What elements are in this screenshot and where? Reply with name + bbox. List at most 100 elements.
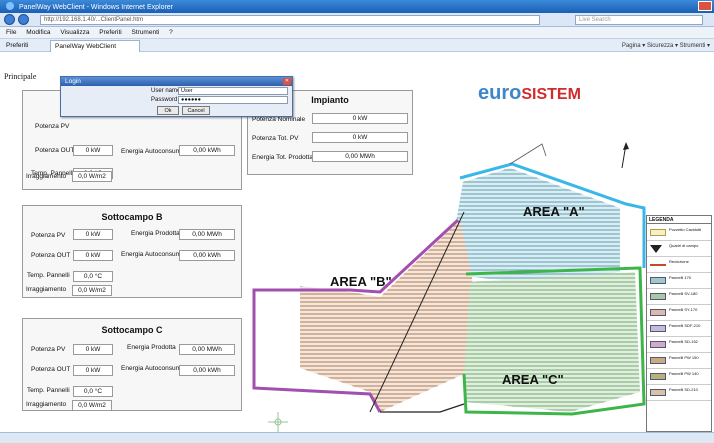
area-a-label: AREA "A": [523, 204, 585, 219]
menu-bar: File Modifica Visualizza Preferiti Strum…: [0, 27, 714, 39]
irraggiamento-value: 0,0 W/m2: [72, 400, 112, 411]
legend-item: Pannelli SD-152: [647, 337, 711, 353]
legend-item: Pannelli SY-170: [647, 305, 711, 321]
menu-preferiti[interactable]: Preferiti: [99, 29, 121, 36]
toolbar-tools[interactable]: Pagina ▾ Sicurezza ▾ Strumenti ▾: [622, 42, 710, 49]
temp-pannelli-label: Temp. Pannelli: [27, 272, 70, 279]
area-b-panels[interactable]: [300, 220, 476, 412]
legend-item: Pannelli SD-210: [647, 385, 711, 401]
login-close-button[interactable]: ✕: [283, 78, 291, 85]
manhole-icon: [650, 229, 666, 236]
potenza-pv-label: Potenza PV: [31, 346, 66, 353]
favorites-bar: Preferiti PanelWay WebClient Pagina ▾ Si…: [0, 39, 714, 52]
ok-button[interactable]: Ok: [157, 106, 179, 115]
legend-item: Recinzione: [647, 257, 711, 273]
window-close-button[interactable]: [698, 1, 712, 11]
irraggiamento-label: Irraggiamento: [26, 286, 67, 293]
energia-prodotta-value: 0,00 MWh: [179, 344, 235, 355]
back-button[interactable]: [4, 14, 15, 25]
eurosistem-logo: euroSISTEM: [478, 82, 581, 104]
energia-autoconsumo-value: 0,00 kWh: [179, 250, 235, 261]
password-input[interactable]: ●●●●●●: [178, 96, 288, 104]
menu-file[interactable]: File: [6, 29, 16, 36]
energia-autoconsumo-value: 0,00 kWh: [179, 145, 235, 156]
temp-pannelli-value: 0,0 °C: [73, 386, 113, 397]
panel-swatch-icon: [650, 341, 666, 348]
legend-item: Pannelli PW 150: [647, 353, 711, 369]
menu-help[interactable]: ?: [169, 29, 173, 36]
potenza-out-value: 0 kW: [73, 365, 113, 376]
panel-swatch-icon: [650, 293, 666, 300]
panel-sottocampo-c: Sottocampo C Potenza PV 0 kW Energia Pro…: [22, 318, 242, 411]
page-name: Principale: [4, 72, 37, 81]
address-bar: http://192.168.1.40/...ClientPanel.htm L…: [0, 13, 714, 27]
area-b-label: AREA "B": [330, 274, 392, 289]
legend-title: LEGENDA: [647, 216, 711, 224]
login-dialog: Login ✕ User name User Password ●●●●●● O…: [60, 76, 293, 117]
triangle-icon: [650, 245, 662, 253]
panel-swatch-icon: [650, 389, 666, 396]
panel-c-title: Sottocampo C: [101, 325, 163, 335]
window-titlebar: PanelWay WebClient - Windows Internet Ex…: [0, 0, 714, 13]
temp-pannelli-value: 0,0 °C: [73, 271, 113, 282]
browser-tab[interactable]: PanelWay WebClient: [50, 40, 140, 52]
potenza-out-label: Potenza OUT: [31, 252, 71, 259]
potenza-out-value: 0 kW: [73, 145, 113, 156]
potenza-pv-value: 0 kW: [73, 344, 113, 355]
legend-item: Quadri di campo: [647, 241, 711, 257]
road-line: [509, 143, 547, 165]
username-label: User name: [151, 88, 181, 94]
legend-item: Pannelli 170: [647, 273, 711, 289]
panel-swatch-icon: [650, 373, 666, 380]
legend-item: Pozzetto Cavidotti: [647, 225, 711, 241]
panel-swatch-icon: [650, 309, 666, 316]
irraggiamento-value: 0,0 W/m2: [72, 171, 112, 182]
panel-swatch-icon: [650, 357, 666, 364]
username-input[interactable]: User: [178, 87, 288, 95]
menu-visualizza[interactable]: Visualizza: [60, 29, 89, 36]
fence-icon: [650, 264, 666, 266]
legend-item: Pannelli SV-180: [647, 289, 711, 305]
login-title: Login: [65, 78, 81, 85]
potenza-pv-label: Potenza PV: [31, 232, 66, 239]
status-bar: [0, 432, 714, 443]
north-arrow-icon: [621, 142, 629, 169]
compass-icon: [268, 412, 288, 432]
cancel-button[interactable]: Cancel: [182, 106, 210, 115]
potenza-out-label: Potenza OUT: [35, 147, 75, 154]
energia-autoconsumo-value: 0,00 kWh: [179, 365, 235, 376]
potenza-pv-value: 0 kW: [73, 229, 113, 240]
favorites-button[interactable]: Preferiti: [6, 42, 28, 49]
legend-item: Pannelli SDF-210: [647, 321, 711, 337]
irraggiamento-label: Irraggiamento: [26, 173, 67, 180]
url-field[interactable]: http://192.168.1.40/...ClientPanel.htm: [40, 15, 540, 25]
search-input[interactable]: Live Search: [575, 15, 703, 25]
forward-button[interactable]: [18, 14, 29, 25]
map-legend: LEGENDA Pozzetto Cavidotti Quadri di cam…: [646, 215, 712, 432]
plant-map: [252, 142, 646, 432]
irraggiamento-value: 0,0 W/m2: [72, 285, 112, 296]
temp-pannelli-label: Temp. Pannelli: [27, 387, 70, 394]
energia-prodotta-value: 0,00 MWh: [179, 229, 235, 240]
menu-strumenti[interactable]: Strumenti: [132, 29, 160, 36]
potenza-pv-label: Potenza PV: [35, 123, 70, 130]
energia-autoconsumo-label: Energia Autoconsumo: [121, 365, 185, 372]
energia-autoconsumo-label: Energia Autoconsumo: [121, 251, 185, 258]
panel-sottocampo-b: Sottocampo B Potenza PV 0 kW Energia Pro…: [22, 205, 242, 298]
energia-autoconsumo-label: Energia Autoconsumo: [121, 148, 185, 155]
energia-prodotta-label: Energia Prodotta: [127, 344, 176, 351]
potenza-out-value: 0 kW: [73, 250, 113, 261]
energia-prodotta-label: Energia Prodotta: [131, 230, 180, 237]
legend-item: Pannelli PW 140: [647, 369, 711, 385]
area-c-panels[interactable]: [464, 272, 640, 412]
menu-modifica[interactable]: Modifica: [26, 29, 50, 36]
internet-explorer-icon: [6, 2, 14, 10]
password-label: Password: [151, 97, 178, 103]
window-title: PanelWay WebClient - Windows Internet Ex…: [18, 4, 174, 11]
area-a-panels[interactable]: [456, 168, 620, 284]
potenza-out-label: Potenza OUT: [31, 366, 71, 373]
irraggiamento-label: Irraggiamento: [26, 401, 67, 408]
area-c-label: AREA "C": [502, 372, 564, 387]
panel-swatch-icon: [650, 277, 666, 284]
login-titlebar: Login ✕: [61, 77, 292, 86]
